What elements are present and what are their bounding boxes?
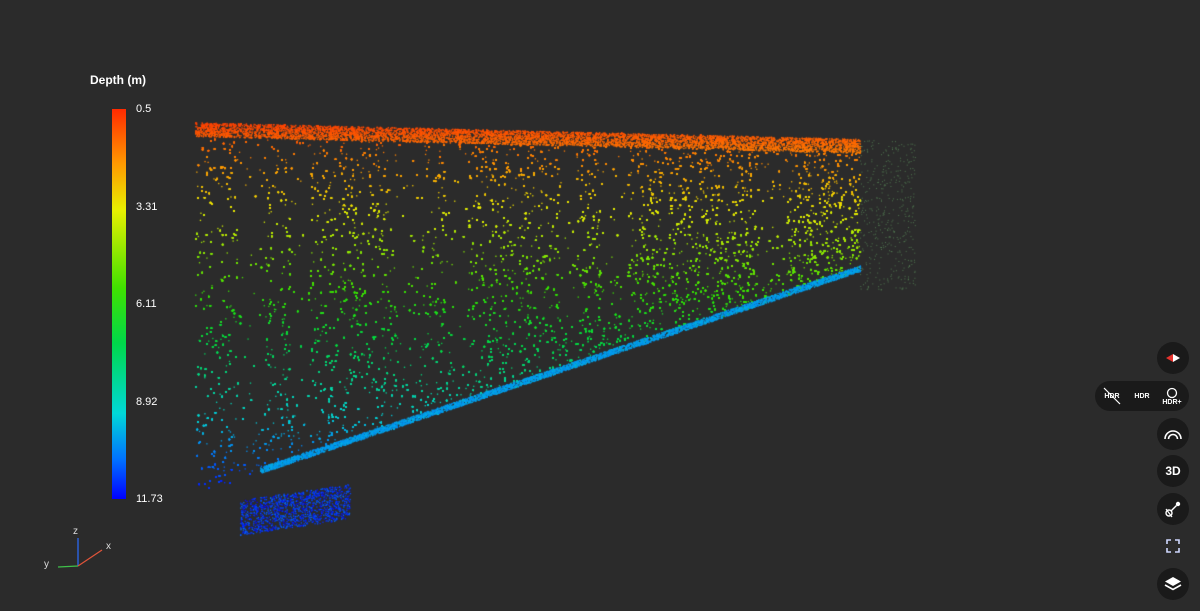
hdr-plus-icon [1166,387,1178,398]
point-cloud-viewport[interactable] [0,0,1200,611]
hdr-plus-button[interactable]: HDR+ [1157,381,1187,411]
layers-button[interactable] [1157,568,1189,600]
axis-label-z: z [73,526,78,537]
compass-button[interactable] [1157,342,1189,374]
compass-icon [1166,354,1180,362]
hdr-off-button[interactable]: HDR [1097,381,1127,411]
hdr-button[interactable]: HDR [1127,381,1157,411]
axis-label-y: y [44,559,49,570]
view-3d-button[interactable]: 3D [1157,455,1189,487]
axis-label-x: x [106,541,111,552]
hdr-mode-group: HDR HDR HDR+ [1095,381,1189,411]
hdr-label: HDR [1134,392,1150,400]
hdr-off-icon [1103,387,1121,405]
measure-button[interactable] [1157,493,1189,525]
depth-colorbar [112,109,126,499]
fullscreen-icon [1166,539,1180,553]
layers-icon [1164,577,1182,591]
legend-title: Depth (m) [90,73,146,87]
dome-icon [1164,430,1182,440]
dome-view-button[interactable] [1157,418,1189,450]
legend-tick-3: 8.92 [136,396,158,408]
legend-tick-0: 0.5 [136,103,152,115]
legend-tick-2: 6.11 [136,298,157,310]
measure-icon [1165,501,1181,518]
axis-gizmo: z x y [38,524,128,576]
view-3d-label: 3D [1165,464,1181,478]
legend-tick-1: 3.31 [136,201,158,213]
hdr-plus-label: HDR+ [1162,398,1182,406]
legend-tick-4: 11.73 [136,493,163,505]
point-cloud-canvas[interactable] [0,0,1200,611]
fullscreen-button[interactable] [1163,536,1183,556]
